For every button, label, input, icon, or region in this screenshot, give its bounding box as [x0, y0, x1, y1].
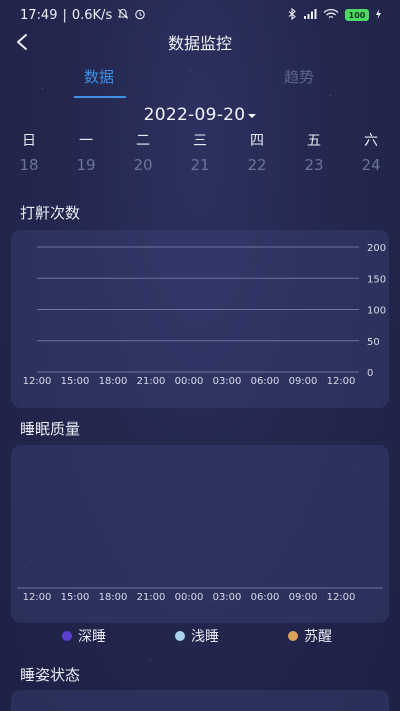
legend-label: 深睡 — [78, 629, 106, 645]
y-tick-label: 150 — [367, 274, 386, 285]
sleep-quality-title: 睡眠质量 — [20, 420, 81, 438]
tab-data[interactable]: 数据 — [84, 66, 114, 87]
x-tick-label: 12:00 — [23, 376, 52, 387]
status-time: 17:49 — [20, 7, 58, 23]
x-tick-label: 00:00 — [175, 592, 204, 603]
x-tick-label: 18:00 — [99, 376, 128, 387]
week-strip: 日 一 二 三 四 五 六 18 19 20 21 22 23 24 — [0, 130, 400, 178]
snore-chart-card: 200 150 100 50 0 12:00 15:00 18:00 21:00 00:00 03:… — [11, 230, 389, 408]
legend-label: 苏醒 — [304, 629, 332, 645]
sleep-posture-title: 睡姿状态 — [20, 666, 81, 684]
weekday-date[interactable]: 19 — [66, 156, 106, 174]
x-tick-label: 03:00 — [213, 376, 242, 387]
y-tick-label: 0 — [367, 368, 373, 379]
weekday-date[interactable]: 21 — [180, 156, 220, 174]
x-tick-label: 03:00 — [213, 592, 242, 603]
x-tick-label: 12:00 — [23, 592, 52, 603]
x-tick-label: 15:00 — [61, 376, 90, 387]
legend-item-deep-sleep: 深睡 — [62, 626, 106, 646]
cellular-signal-icon — [303, 8, 317, 22]
app-header: 数据监控 — [0, 26, 400, 58]
legend-item-awake: 苏醒 — [288, 626, 332, 646]
x-tick-label: 21:00 — [137, 592, 166, 603]
page-title: 数据监控 — [167, 34, 232, 53]
wifi-icon — [323, 8, 339, 22]
y-tick-label: 50 — [367, 337, 380, 348]
status-separator: | — [62, 7, 67, 23]
tab-bar: 数据 趋势 — [0, 60, 400, 100]
network-speed: 0.6K/s — [71, 7, 113, 23]
sleep-posture-card — [11, 690, 389, 711]
date-picker[interactable]: 2022-09-20 — [0, 104, 400, 126]
back-button[interactable] — [10, 26, 34, 58]
weekday-header: 四 — [250, 133, 264, 149]
y-tick-label: 100 — [367, 306, 386, 317]
battery-indicator: 100 — [345, 9, 369, 21]
x-tick-label: 18:00 — [99, 592, 128, 603]
weekday-date[interactable]: 22 — [237, 156, 277, 174]
weekday-header: 六 — [364, 133, 378, 149]
x-tick-label: 09:00 — [289, 592, 318, 603]
weekday-header: 一 — [79, 133, 93, 149]
y-tick-label: 200 — [367, 243, 386, 254]
x-tick-label: 06:00 — [251, 592, 280, 603]
alarm-clock-icon — [134, 8, 146, 22]
x-tick-label: 15:00 — [61, 592, 90, 603]
x-tick-label: 12:00 — [327, 376, 356, 387]
legend-item-light-sleep: 浅睡 — [175, 626, 219, 646]
x-tick-label: 00:00 — [175, 376, 204, 387]
mute-bell-icon — [117, 8, 129, 22]
x-tick-label: 06:00 — [251, 376, 280, 387]
tab-trend[interactable]: 趋势 — [284, 66, 314, 87]
x-tick-label: 21:00 — [137, 376, 166, 387]
chevron-left-icon — [17, 34, 27, 50]
charging-bolt-icon — [375, 8, 382, 22]
x-tick-label: 12:00 — [327, 592, 356, 603]
weekday-header: 二 — [136, 133, 150, 149]
dropdown-caret-icon — [248, 114, 257, 118]
deep-sleep-color-dot — [62, 631, 72, 641]
weekday-date[interactable]: 24 — [351, 156, 391, 174]
sleep-quality-legend: 深睡 浅睡 苏醒 — [0, 626, 400, 648]
weekday-header: 日 — [22, 133, 36, 149]
weekday-header-row: 日一二三四五六 — [0, 130, 400, 152]
light-sleep-color-dot — [175, 631, 185, 641]
awake-color-dot — [288, 631, 298, 641]
weekday-dates-row: 18 19 20 21 22 23 24 — [0, 156, 400, 178]
selected-date: 2022-09-20 — [143, 105, 246, 125]
snore-line-chart: 200 150 100 50 0 12:00 15:00 18:00 21:00 00:00 03:… — [23, 243, 387, 387]
sleep-quality-chart: 12:00 15:00 18:00 21:00 00:00 03:00 06:00 09:00… — [17, 587, 383, 603]
weekday-header: 三 — [193, 133, 207, 149]
bluetooth-icon — [288, 7, 297, 22]
sleep-quality-chart-card: 12:00 15:00 18:00 21:00 00:00 03:00 06:00 09:00… — [11, 445, 389, 623]
weekday-header: 五 — [307, 133, 321, 149]
legend-label: 浅睡 — [191, 629, 219, 645]
x-tick-label: 09:00 — [289, 376, 318, 387]
snore-count-title: 打鼾次数 — [20, 204, 81, 222]
weekday-date[interactable]: 23 — [294, 156, 334, 174]
weekday-date[interactable]: 18 — [9, 156, 49, 174]
active-tab-indicator — [74, 96, 126, 98]
weekday-date[interactable]: 20 — [123, 156, 163, 174]
